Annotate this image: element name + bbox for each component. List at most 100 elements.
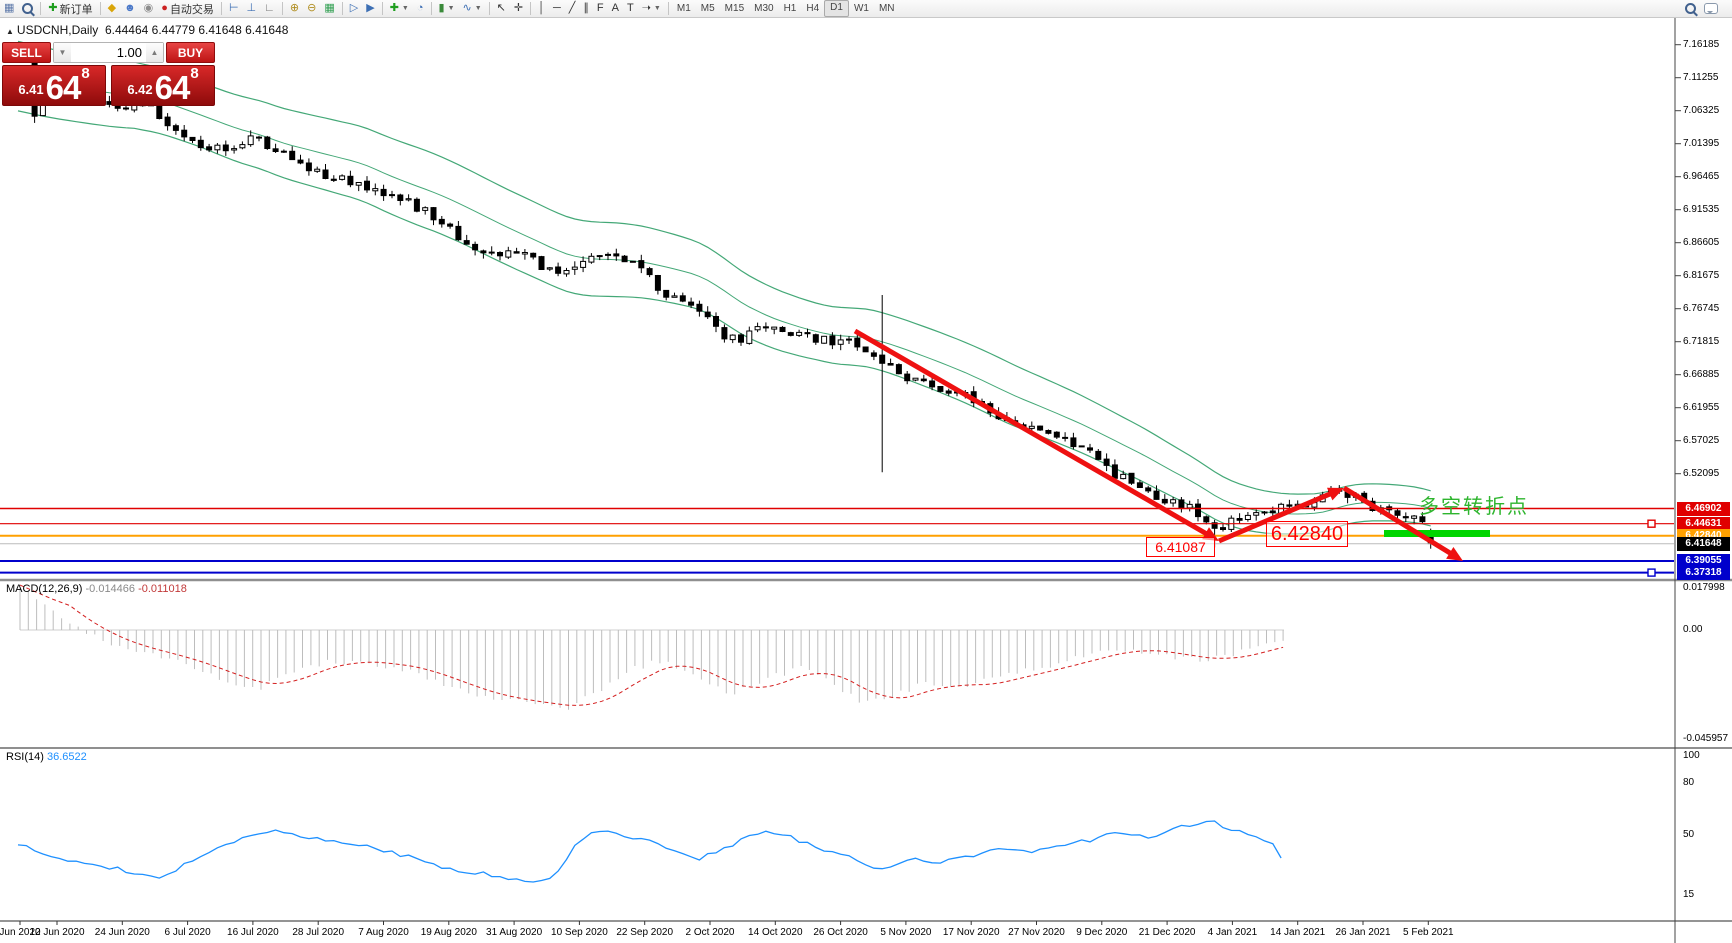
date-axis-label: 5 Feb 2021 <box>1403 927 1454 938</box>
one-click-trading-panel: SELL ▼ 1.00 ▲ BUY 6.41 64 8 6.42 64 8 <box>2 42 215 106</box>
text-tool-button[interactable]: A <box>608 1 623 16</box>
volume-increase-button[interactable]: ▲ <box>146 43 163 62</box>
new-order-button[interactable]: ✚新订单 <box>44 1 96 16</box>
collapse-triangle-icon[interactable]: ▲ <box>6 27 14 36</box>
sell-price-sup: 8 <box>81 68 89 80</box>
chart-symbol-period: USDCNH,Daily <box>17 23 98 37</box>
dropdown-caret-icon: ▼ <box>402 5 409 12</box>
scroll-to-end-button[interactable]: ⊢ <box>225 1 243 16</box>
trend-arrow[interactable] <box>855 331 1219 541</box>
toolbar-separator <box>282 2 283 15</box>
date-axis-label: 6 Jul 2020 <box>165 927 211 938</box>
timeframe-D1[interactable]: D1 <box>824 0 849 17</box>
chart-title: ▲USDCNH,Daily 6.44464 6.44779 6.41648 6.… <box>6 23 288 37</box>
price-annotation-label[interactable]: 6.42840 <box>1266 521 1348 547</box>
price-axis-tick: 6.66885 <box>1683 369 1729 380</box>
hline-tool-icon: ─ <box>553 1 561 16</box>
buy-price-small: 6.42 <box>127 77 152 103</box>
timeframe-MN[interactable]: MN <box>874 1 900 16</box>
notifications-button[interactable]: 1 <box>1700 1 1722 16</box>
zoom-in-icon: ⊕ <box>290 1 299 16</box>
community-button[interactable]: ☻ <box>120 1 140 16</box>
tile-windows-button[interactable]: ▦ <box>320 1 338 16</box>
signals-button[interactable]: ◉ <box>140 1 158 16</box>
search-icon <box>1685 3 1696 14</box>
autotrading-button[interactable]: ●自动交易 <box>157 1 218 16</box>
volume-value[interactable]: 1.00 <box>71 43 146 62</box>
volume-decrease-button[interactable]: ▼ <box>54 43 71 62</box>
cursor-tool-button[interactable]: ↖ <box>493 1 510 16</box>
timeframe-H4[interactable]: H4 <box>801 1 824 16</box>
arrows-tool-icon: ➝ <box>642 1 651 16</box>
macd-histogram <box>20 588 1283 710</box>
date-axis-label: 4 Jan 2021 <box>1208 927 1258 938</box>
sell-button[interactable]: SELL <box>2 42 51 63</box>
timeframe-M1[interactable]: M1 <box>672 1 696 16</box>
period-clock-button[interactable]: ◔ <box>413 1 428 16</box>
timeframe-M5[interactable]: M5 <box>696 1 720 16</box>
macd-indicator-label: MACD(12,26,9) -0.014466 -0.011018 <box>6 583 187 595</box>
macd-signal-value: -0.011018 <box>138 583 187 595</box>
chart-shift-icon: ∟ <box>264 1 275 16</box>
search-button[interactable] <box>1681 1 1700 16</box>
date-axis-label: 24 Jun 2020 <box>95 927 150 938</box>
hline-tool-button[interactable]: ─ <box>549 1 565 16</box>
chart-candles-mode-button[interactable]: ▮▼ <box>435 1 459 16</box>
timeframe-H1[interactable]: H1 <box>779 1 802 16</box>
hline-6.37318[interactable] <box>0 569 1674 576</box>
chart-shift-button[interactable]: ∟ <box>260 1 279 16</box>
new-chart-button[interactable]: ▦ <box>0 1 18 16</box>
bull-bear-turning-point-note[interactable]: 多空转折点 <box>1419 490 1529 519</box>
toolbar-separator <box>431 2 432 15</box>
price-axis-tick: 6.81675 <box>1683 270 1729 281</box>
buy-price-big: 64 <box>155 73 190 103</box>
crosshair-tool-icon: ✛ <box>514 1 523 16</box>
chart-canvas <box>0 0 1732 943</box>
buy-quote-tile[interactable]: 6.42 64 8 <box>111 65 215 106</box>
timeframe-M30[interactable]: M30 <box>749 1 778 16</box>
cursor-tool-icon: ↖ <box>497 1 506 16</box>
sell-price-small: 6.41 <box>18 77 43 103</box>
arrows-tool-button[interactable]: ➝▼ <box>638 1 665 16</box>
fibo-tool-button[interactable]: F <box>593 1 608 16</box>
toolbar-separator <box>489 2 490 15</box>
vline-tool-button[interactable]: │ <box>534 1 549 16</box>
step-test-button[interactable]: ▶ <box>362 1 378 16</box>
date-axis-label: 28 Jul 2020 <box>292 927 344 938</box>
signals-icon: ◉ <box>144 1 154 16</box>
chart-line-mode-button[interactable]: ∿▼ <box>459 1 486 16</box>
timeframe-M15[interactable]: M15 <box>720 1 749 16</box>
new-order-icon: ✚ <box>48 1 57 16</box>
add-indicator-button[interactable]: ✚▼ <box>386 1 413 16</box>
rsi-axis-tick: 50 <box>1683 829 1729 840</box>
label-tool-button[interactable]: T <box>623 1 638 16</box>
channel-tool-button[interactable]: ∥ <box>579 1 593 16</box>
vline-tool-icon: │ <box>538 1 545 16</box>
dropdown-caret-icon: ▼ <box>448 5 455 12</box>
zoom-out-button[interactable]: ⊖ <box>303 1 320 16</box>
candlesticks <box>16 54 1434 549</box>
auto-scroll-button[interactable]: ⊥ <box>243 1 261 16</box>
price-annotation-label[interactable]: 6.41087 <box>1146 537 1215 557</box>
sell-price-big: 64 <box>46 73 81 103</box>
buy-button[interactable]: BUY <box>166 42 215 63</box>
sell-quote-tile[interactable]: 6.41 64 8 <box>2 65 106 106</box>
autotrading-icon: ● <box>161 1 168 16</box>
macd-axis-tick: 0.00 <box>1683 624 1729 635</box>
crosshair-tool-button[interactable]: ✛ <box>510 1 527 16</box>
step-forward-icon: ▷ <box>350 1 358 16</box>
toolbar-separator <box>530 2 531 15</box>
timeframe-W1[interactable]: W1 <box>849 1 874 16</box>
style-painter-button[interactable]: ◆ <box>104 1 120 16</box>
zoom-in-button[interactable]: ⊕ <box>286 1 303 16</box>
price-axis-tick: 6.52095 <box>1683 468 1729 479</box>
green-support-bar[interactable] <box>1384 530 1490 537</box>
price-axis-tick: 6.57025 <box>1683 435 1729 446</box>
autotrading-label: 自动交易 <box>170 1 214 17</box>
toolbar-separator <box>40 2 41 15</box>
step-forward-button[interactable]: ▷ <box>346 1 362 16</box>
chart-zoom-window-button[interactable] <box>18 1 37 16</box>
date-axis-label: 16 Jul 2020 <box>227 927 279 938</box>
macd-axis-tick: -0.045957 <box>1683 733 1729 744</box>
trendline-tool-button[interactable]: ╱ <box>565 1 580 16</box>
